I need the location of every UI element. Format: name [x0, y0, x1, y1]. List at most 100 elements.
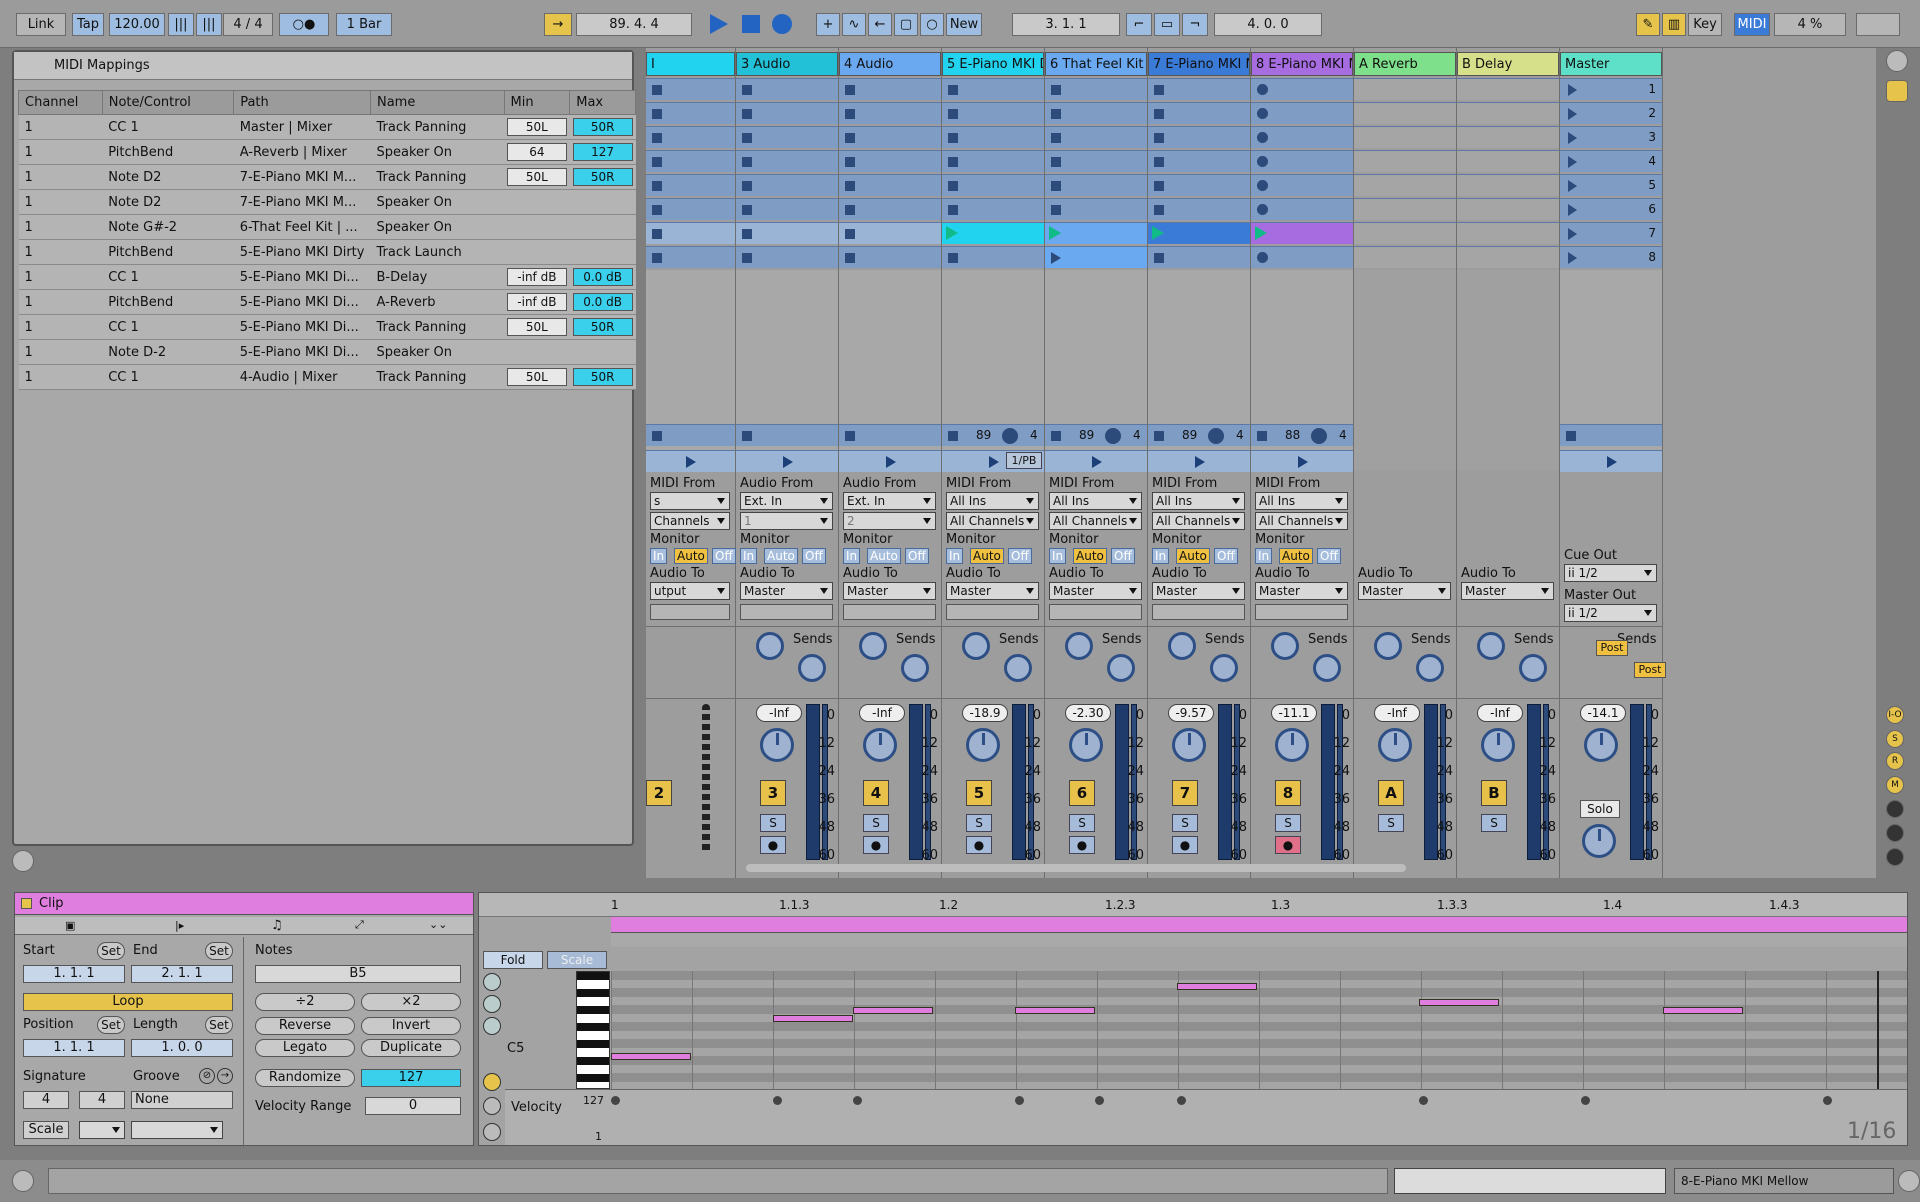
mapping-row[interactable]: 1 CC 1 4-Audio | Mixer Track Panning 50L 50R	[18, 364, 636, 390]
send-b-knob[interactable]	[901, 654, 929, 682]
stop-row[interactable]	[1560, 424, 1662, 446]
clip-slot[interactable]: 1	[1560, 78, 1662, 100]
clip-slot[interactable]	[1045, 246, 1147, 268]
mapping-row[interactable]: 1 CC 1 5-E-Piano MKI Di... B-Delay -inf dB 0.…	[18, 264, 636, 290]
clip-launch-icon[interactable]	[1051, 252, 1061, 264]
midi-note[interactable]	[611, 1053, 691, 1060]
monitor-in-button[interactable]: In	[946, 548, 964, 564]
mixer-toggle-icon[interactable]: M	[1886, 776, 1904, 794]
stop-clips-icon[interactable]	[1051, 431, 1061, 441]
stop-row[interactable]	[1148, 424, 1250, 446]
velocity-handle[interactable]	[1581, 1096, 1590, 1105]
clip-record-icon[interactable]	[1257, 252, 1268, 263]
clip-slot[interactable]	[1045, 78, 1147, 100]
volume-fader[interactable]	[1337, 704, 1343, 860]
max-value[interactable]: 50R	[572, 118, 633, 136]
monitor-in-button[interactable]: In	[650, 548, 668, 564]
min-value[interactable]: 50L	[507, 318, 567, 336]
clip-stop-icon[interactable]	[1154, 133, 1164, 143]
output-select[interactable]: Master	[1255, 582, 1348, 600]
max-value[interactable]: 50R	[572, 318, 633, 336]
piano-key[interactable]	[577, 1006, 609, 1014]
clip-slot[interactable]	[942, 126, 1044, 148]
scene-launch-icon[interactable]	[1568, 108, 1577, 120]
input-channel-select[interactable]: All Channels	[1152, 512, 1245, 530]
clip-slot[interactable]	[646, 78, 735, 100]
clip-stop-icon[interactable]	[948, 253, 958, 263]
clip-stop-icon[interactable]	[1051, 205, 1061, 215]
track-activator-button[interactable]: 4	[863, 780, 889, 806]
mapping-row[interactable]: 1 CC 1 5-E-Piano MKI Di... Track Panning 50L…	[18, 314, 636, 340]
track-activator-button[interactable]: B	[1481, 780, 1507, 806]
loop-button[interactable]: Loop	[23, 993, 233, 1011]
midi-note[interactable]	[1177, 983, 1257, 990]
volume-readout[interactable]: -Inf	[1374, 704, 1420, 722]
input-type-select[interactable]: All Ins	[1049, 492, 1142, 510]
clip-slot[interactable]	[736, 174, 838, 196]
nudge-icon[interactable]: |||	[196, 13, 222, 36]
volume-readout[interactable]: -9.57	[1168, 704, 1214, 722]
clip-record-icon[interactable]	[1257, 156, 1268, 167]
clip-slot[interactable]	[1148, 174, 1250, 196]
clip-slot[interactable]	[1457, 174, 1559, 196]
note-transpose-field[interactable]: B5	[255, 965, 461, 983]
clip-slot[interactable]	[1251, 126, 1353, 148]
slot-empty-area[interactable]	[1457, 270, 1559, 470]
min-value[interactable]: 50L	[507, 118, 567, 136]
clip-slot[interactable]	[839, 174, 941, 196]
clip-stop-icon[interactable]	[845, 181, 855, 191]
clip-stop-icon[interactable]	[742, 85, 752, 95]
pan-knob[interactable]	[1275, 728, 1309, 762]
min-value[interactable]: -inf dB	[507, 268, 567, 286]
new-button[interactable]: New	[946, 13, 982, 36]
clip-slot[interactable]	[1354, 78, 1456, 100]
track-header[interactable]: 6 That Feel Kit	[1045, 52, 1147, 76]
randomize-amount[interactable]: 127	[361, 1069, 461, 1087]
clip-slot[interactable]	[1045, 174, 1147, 196]
delay-toggle-icon[interactable]	[1886, 800, 1904, 818]
send-b-knob[interactable]	[1416, 654, 1444, 682]
volume-fader[interactable]	[1646, 704, 1652, 860]
monitor-auto-button[interactable]: Auto	[867, 548, 901, 564]
track-activator-button[interactable]: 6	[1069, 780, 1095, 806]
clip-stop-icon[interactable]	[652, 85, 662, 95]
play-row[interactable]	[736, 450, 838, 472]
track-header[interactable]: 5 E-Piano MKI Dir	[942, 52, 1044, 76]
clip-record-icon[interactable]	[1257, 108, 1268, 119]
crossfader-toggle-icon[interactable]	[1886, 824, 1904, 842]
solo-cue-button[interactable]: Solo	[1580, 800, 1620, 818]
monitor-off-button[interactable]: Off	[905, 548, 929, 564]
track-header[interactable]: Master	[1560, 52, 1662, 76]
clip-stop-icon[interactable]	[742, 181, 752, 191]
volume-readout[interactable]: -2.30	[1065, 704, 1111, 722]
groove-pool-icon[interactable]	[12, 850, 34, 872]
mapping-row[interactable]: 1 Note G#-2 6-That Feel Kit | ... Speaker O…	[18, 214, 636, 240]
returns-toggle-icon[interactable]: R	[1886, 752, 1904, 770]
clip-slot[interactable]	[736, 150, 838, 172]
solo-button[interactable]: S	[760, 814, 786, 832]
play-row[interactable]	[839, 450, 941, 472]
midi-note[interactable]	[773, 1015, 853, 1022]
clip-slot[interactable]	[1354, 198, 1456, 220]
volume-readout[interactable]: -Inf	[1477, 704, 1523, 722]
input-type-select[interactable]: s	[650, 492, 730, 510]
volume-readout[interactable]: -14.1	[1580, 704, 1626, 722]
pan-knob[interactable]	[760, 728, 794, 762]
double-button[interactable]: ×2	[361, 993, 461, 1011]
length-set-button[interactable]: Set	[205, 1016, 233, 1034]
monitor-off-button[interactable]: Off	[1008, 548, 1032, 564]
note-grid[interactable]	[611, 971, 1907, 1090]
clip-stop-icon[interactable]	[948, 133, 958, 143]
clip-slot[interactable]	[736, 102, 838, 124]
monitor-off-button[interactable]: Off	[1111, 548, 1135, 564]
output-channel-select[interactable]	[1049, 604, 1142, 620]
min-value[interactable]: 50L	[507, 168, 567, 186]
output-channel-select[interactable]	[843, 604, 936, 620]
piano-key[interactable]	[577, 1040, 609, 1048]
stop-row[interactable]	[1045, 424, 1147, 446]
length-field[interactable]: 1. 0. 0	[131, 1039, 233, 1057]
monitor-off-button[interactable]: Off	[802, 548, 826, 564]
output-channel-select[interactable]	[1255, 604, 1348, 620]
send-b-knob[interactable]	[1107, 654, 1135, 682]
automation-icon[interactable]: ∿	[842, 13, 866, 36]
